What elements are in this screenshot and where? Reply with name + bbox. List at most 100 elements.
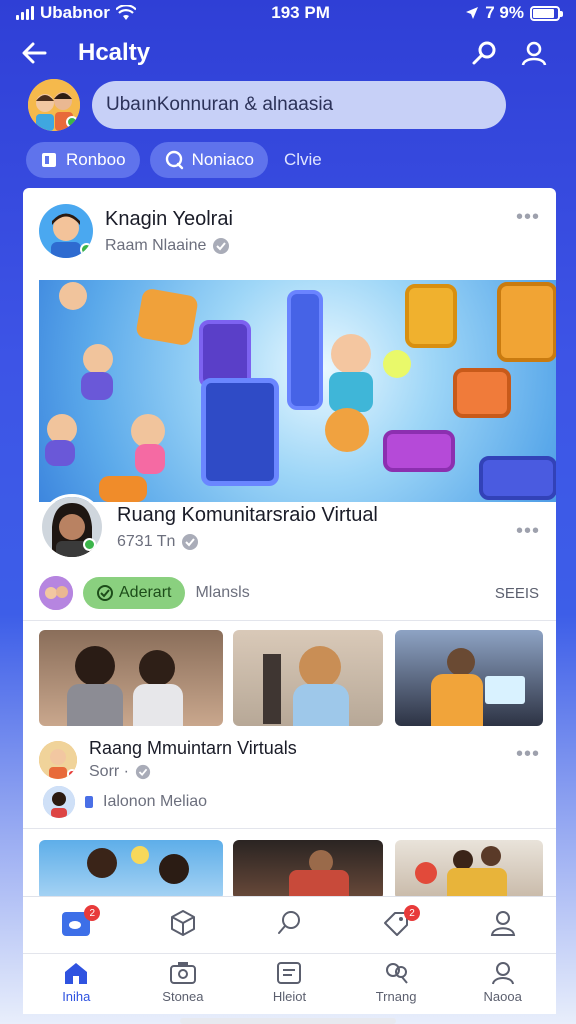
author-name: Raang Mmuintarn Virtuals bbox=[89, 738, 297, 758]
filter-chips: Ronboo Noniaco Clvie bbox=[26, 142, 322, 178]
online-indicator bbox=[83, 538, 96, 551]
post-subtitle: 6731 Tn bbox=[117, 532, 176, 550]
bookmark-icon bbox=[85, 796, 93, 808]
bottom-navigation: 2 2 Iniha Stonea Hleiot Trnang Naooa bbox=[23, 896, 556, 1014]
app-header: Hcalty bbox=[0, 30, 576, 76]
nav-profile[interactable] bbox=[463, 909, 543, 937]
status-time: 193 PM bbox=[271, 3, 330, 22]
profile-icon bbox=[490, 911, 515, 936]
nav-tags[interactable]: 2 bbox=[356, 905, 436, 937]
chip-ronboo[interactable]: Ronboo bbox=[26, 142, 140, 178]
status-indicator bbox=[67, 768, 77, 779]
battery-level bbox=[532, 8, 554, 18]
post-caption-row: Ialonon Meliao bbox=[43, 786, 207, 818]
profile-button[interactable] bbox=[516, 35, 552, 71]
globe-icon bbox=[182, 533, 199, 550]
carrier-label: Ubabnor bbox=[40, 3, 110, 22]
globe-icon bbox=[213, 237, 230, 254]
post-actions-row: Aderart Mlansls SEEIS bbox=[39, 576, 539, 610]
nav-messages[interactable]: 2 bbox=[36, 905, 116, 937]
post-photo[interactable] bbox=[233, 630, 383, 726]
see-all-link[interactable]: SEEIS bbox=[495, 585, 539, 602]
post-header: Ruang Komunitarsraio Virtual 6731 Tn bbox=[39, 494, 378, 560]
book-icon bbox=[42, 153, 56, 167]
battery-percent: 7 9% bbox=[485, 3, 524, 22]
people-icon bbox=[386, 963, 408, 984]
post-photo[interactable] bbox=[233, 840, 383, 900]
nav-bottom-row: Iniha Stonea Hleiot Trnang Naooa bbox=[23, 961, 556, 1004]
nav-divider bbox=[23, 953, 556, 954]
post-subtitle: Raam Nlaaine bbox=[105, 236, 207, 254]
members-caption: Mlansls bbox=[195, 584, 250, 601]
nav-label: Trnang bbox=[375, 989, 417, 1004]
nav-notes[interactable]: Hleiot bbox=[249, 961, 329, 1004]
author-name: Knagin Yeolrai bbox=[105, 207, 233, 230]
check-circle-icon bbox=[97, 585, 113, 601]
post-photo[interactable] bbox=[39, 630, 223, 726]
nav-home[interactable]: Iniha bbox=[36, 961, 116, 1004]
wifi-icon bbox=[115, 5, 136, 20]
search-text: UbaınKonnuran & alnaasia bbox=[106, 94, 334, 115]
post-photo[interactable] bbox=[395, 840, 543, 900]
battery-icon bbox=[529, 5, 563, 21]
status-bar: Ubabnor 193 PM 7 9% bbox=[0, 0, 576, 26]
divider bbox=[23, 828, 556, 829]
join-button[interactable]: Aderart bbox=[83, 577, 186, 609]
user-icon bbox=[491, 962, 514, 985]
camera-icon bbox=[169, 962, 196, 984]
more-options-icon[interactable]: ••• bbox=[516, 520, 540, 543]
user-avatar[interactable] bbox=[28, 79, 80, 131]
more-options-icon[interactable]: ••• bbox=[516, 743, 540, 766]
cube-icon bbox=[170, 910, 195, 936]
chip-label: Noniaco bbox=[191, 150, 254, 169]
home-icon bbox=[65, 963, 88, 984]
nav-label: Iniha bbox=[62, 989, 91, 1004]
signal-icon bbox=[16, 6, 34, 20]
home-indicator bbox=[180, 1018, 396, 1024]
post-photo[interactable] bbox=[39, 840, 223, 900]
avatar-icon bbox=[43, 786, 75, 818]
online-indicator bbox=[66, 116, 78, 128]
online-indicator bbox=[80, 243, 93, 256]
post-banner-image[interactable] bbox=[39, 280, 556, 502]
notification-badge: 2 bbox=[404, 905, 421, 921]
document-icon bbox=[277, 962, 302, 984]
nav-search[interactable] bbox=[249, 909, 329, 937]
search-button[interactable] bbox=[466, 35, 502, 71]
small-avatar[interactable] bbox=[43, 786, 75, 818]
divider bbox=[23, 620, 556, 621]
nav-top-row: 2 2 bbox=[23, 905, 556, 937]
search-input[interactable]: UbaınKonnuran & alnaasia bbox=[92, 81, 506, 129]
search-icon bbox=[472, 41, 496, 65]
nav-groups[interactable]: Trnang bbox=[356, 961, 436, 1004]
nav-marketplace[interactable] bbox=[143, 909, 223, 937]
chip-noniaco[interactable]: Noniaco bbox=[149, 142, 268, 178]
author-name: Ruang Komunitarsraio Virtual bbox=[117, 503, 378, 526]
post-subtitle: Sorr · bbox=[89, 763, 129, 780]
post-header: Raang Mmuintarn Virtuals Sorr · bbox=[39, 738, 297, 781]
feed-card: Knagin Yeolrai Raam Nlaaine ••• Ruang Ko… bbox=[23, 188, 556, 1014]
post-caption: Ialonon Meliao bbox=[103, 793, 208, 810]
chip-label: Ronboo bbox=[66, 150, 126, 169]
back-button[interactable] bbox=[16, 35, 52, 71]
page-title: Hcalty bbox=[78, 39, 151, 66]
more-options-icon[interactable]: ••• bbox=[516, 206, 540, 229]
post-photo[interactable] bbox=[395, 630, 543, 726]
nav-account[interactable]: Naooa bbox=[463, 961, 543, 1004]
location-arrow-icon bbox=[466, 7, 479, 19]
back-arrow-icon bbox=[22, 42, 47, 64]
profile-icon bbox=[521, 41, 547, 66]
search-row: UbaınKonnuran & alnaasia bbox=[28, 78, 548, 132]
nav-stories[interactable]: Stonea bbox=[143, 961, 223, 1004]
author-avatar[interactable] bbox=[39, 494, 105, 560]
chip-clvie[interactable]: Clvie bbox=[278, 150, 322, 170]
chat-icon bbox=[165, 150, 183, 170]
author-avatar[interactable] bbox=[39, 204, 93, 258]
small-avatar[interactable] bbox=[39, 576, 73, 610]
join-label: Aderart bbox=[119, 584, 172, 601]
author-avatar[interactable] bbox=[39, 740, 77, 779]
post-header: Knagin Yeolrai Raam Nlaaine bbox=[39, 204, 233, 258]
kids-avatar-icon bbox=[39, 576, 73, 610]
notification-badge: 2 bbox=[84, 905, 101, 921]
nav-label: Hleiot bbox=[272, 989, 307, 1004]
